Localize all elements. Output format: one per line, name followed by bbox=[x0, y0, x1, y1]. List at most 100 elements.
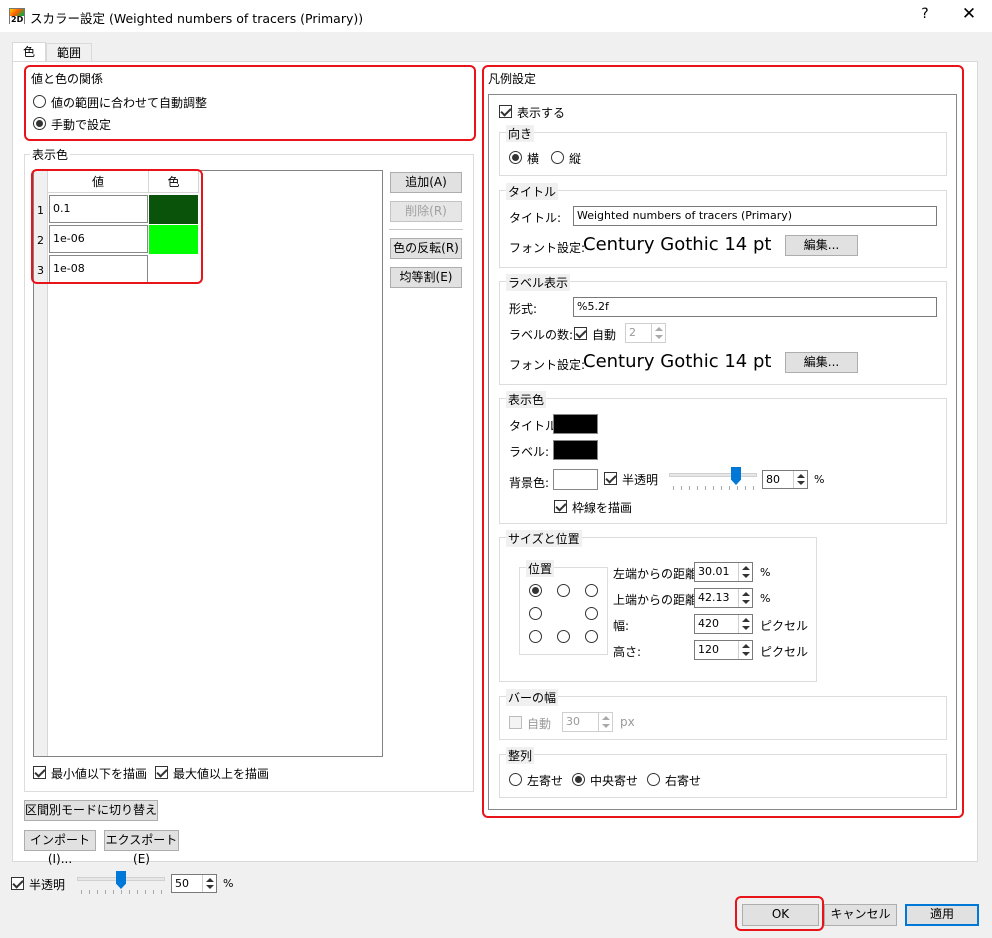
orientation-group bbox=[499, 132, 947, 176]
legend-transparency-value: 80 bbox=[766, 473, 780, 486]
background-color-label: 背景色: bbox=[509, 476, 550, 490]
bar-width-title: バーの幅 bbox=[506, 689, 559, 706]
interval-mode-button[interactable]: 区間別モードに切り替え bbox=[24, 800, 158, 821]
legend-title-input[interactable]: Weighted numbers of tracers (Primary) bbox=[573, 206, 937, 226]
label-auto-label[interactable]: 自動 bbox=[592, 326, 616, 343]
title-font-value: Century Gothic 14 pt bbox=[583, 234, 772, 255]
horizontal-label[interactable]: 横 bbox=[527, 150, 539, 167]
legend-slider-track bbox=[669, 473, 757, 477]
draw-border-checkbox[interactable] bbox=[554, 500, 567, 513]
top-distance-label: 上端からの距離 bbox=[613, 593, 698, 607]
bar-width-auto-checkbox[interactable] bbox=[509, 716, 522, 729]
highlight-ok-button bbox=[735, 896, 824, 931]
global-transparent-label[interactable]: 半透明 bbox=[29, 876, 65, 893]
left-distance-value: 30.01 bbox=[698, 565, 730, 578]
align-right-radio[interactable] bbox=[647, 773, 660, 786]
label-color-swatch[interactable] bbox=[553, 440, 598, 460]
title-group-title: タイトル bbox=[506, 183, 559, 200]
close-icon[interactable]: ✕ bbox=[957, 4, 981, 28]
legend-transparent-label[interactable]: 半透明 bbox=[622, 471, 658, 488]
export-button[interactable]: エクスポート(E) bbox=[104, 830, 179, 866]
global-transparent-checkbox[interactable] bbox=[11, 877, 24, 890]
draw-above-max-checkbox[interactable] bbox=[155, 766, 168, 779]
position-middle-right-radio[interactable] bbox=[585, 607, 598, 620]
legend-transparency-spinner[interactable]: 80 bbox=[762, 470, 808, 489]
orientation-title: 向き bbox=[506, 125, 535, 142]
legend-slider-thumb[interactable] bbox=[731, 467, 741, 485]
title-bar: 2D スカラー設定 (Weighted numbers of tracers (… bbox=[0, 0, 992, 32]
format-input[interactable]: %5.2f bbox=[573, 297, 937, 317]
button-divider bbox=[389, 229, 463, 230]
import-button[interactable]: インポート(I)... bbox=[24, 830, 96, 866]
draw-below-min-label[interactable]: 最小値以下を描画 bbox=[51, 765, 147, 782]
label-auto-checkbox[interactable] bbox=[574, 327, 587, 340]
position-bottom-left-radio[interactable] bbox=[529, 630, 542, 643]
width-spinner[interactable]: 420 bbox=[694, 614, 753, 634]
highlight-value-color-relation bbox=[24, 65, 476, 141]
cancel-button[interactable]: キャンセル bbox=[824, 904, 897, 926]
draw-above-max-label[interactable]: 最大値以上を描画 bbox=[173, 765, 269, 782]
show-legend-checkbox[interactable] bbox=[499, 105, 512, 118]
tab-range[interactable]: 範囲 bbox=[46, 43, 92, 63]
title-color-swatch[interactable] bbox=[553, 414, 598, 434]
apply-button[interactable]: 適用 bbox=[905, 904, 979, 926]
position-top-right-radio[interactable] bbox=[585, 584, 598, 597]
left-distance-spinner[interactable]: 30.01 bbox=[694, 562, 753, 582]
align-center-label[interactable]: 中央寄せ bbox=[590, 772, 638, 789]
show-legend-label[interactable]: 表示する bbox=[517, 104, 565, 121]
position-top-center-radio[interactable] bbox=[557, 584, 570, 597]
delete-button[interactable]: 削除(R) bbox=[390, 201, 462, 222]
vertical-radio[interactable] bbox=[551, 151, 564, 164]
width-label: 幅: bbox=[613, 619, 630, 633]
global-percent-label: % bbox=[223, 877, 234, 890]
global-transparency-spinner[interactable]: 50 bbox=[171, 874, 217, 893]
vertical-label[interactable]: 縦 bbox=[569, 150, 581, 167]
title-font-edit-button[interactable]: 編集... bbox=[785, 235, 858, 256]
label-count-label: ラベルの数: bbox=[509, 328, 574, 342]
position-middle-left-radio[interactable] bbox=[529, 607, 542, 620]
label-count-value: 2 bbox=[629, 326, 636, 339]
align-left-radio[interactable] bbox=[509, 773, 522, 786]
background-color-swatch[interactable] bbox=[553, 469, 598, 490]
format-label: 形式: bbox=[509, 302, 538, 316]
position-bottom-right-radio[interactable] bbox=[585, 630, 598, 643]
height-spinner[interactable]: 120 bbox=[694, 640, 753, 660]
align-left-label[interactable]: 左寄せ bbox=[527, 772, 563, 789]
left-distance-label: 左端からの距離 bbox=[613, 567, 698, 581]
alignment-group bbox=[499, 754, 947, 798]
label-count-spinner[interactable]: 2 bbox=[625, 323, 666, 343]
add-button[interactable]: 追加(A) bbox=[390, 172, 462, 193]
app-icon: 2D bbox=[9, 8, 25, 24]
alignment-title: 整列 bbox=[506, 747, 535, 764]
label-font-edit-button[interactable]: 編集... bbox=[785, 352, 858, 373]
label-group-title: ラベル表示 bbox=[506, 274, 571, 291]
width-unit: ピクセル bbox=[760, 619, 809, 633]
legend-transparent-checkbox[interactable] bbox=[604, 472, 617, 485]
bar-width-value: 30 bbox=[566, 715, 580, 728]
align-center-radio[interactable] bbox=[572, 773, 585, 786]
label-color-label: ラベル: bbox=[509, 445, 550, 459]
highlight-color-table bbox=[31, 169, 203, 284]
equal-split-button[interactable]: 均等割(E) bbox=[390, 267, 462, 288]
global-slider-ticks bbox=[77, 890, 165, 894]
horizontal-radio[interactable] bbox=[509, 151, 522, 164]
position-top-left-radio[interactable] bbox=[529, 584, 542, 597]
draw-border-label[interactable]: 枠線を描画 bbox=[572, 499, 632, 516]
label-font-value: Century Gothic 14 pt bbox=[583, 351, 772, 372]
bar-width-auto-label[interactable]: 自動 bbox=[527, 715, 551, 732]
draw-below-min-checkbox[interactable] bbox=[33, 766, 46, 779]
bar-width-spinner[interactable]: 30 bbox=[562, 712, 613, 732]
legend-transparency-slider[interactable] bbox=[669, 467, 757, 493]
reverse-color-button[interactable]: 色の反転(R) bbox=[390, 238, 462, 259]
help-icon[interactable]: ? bbox=[915, 6, 935, 26]
global-transparency-slider[interactable] bbox=[77, 871, 165, 897]
title-font-label: フォント設定: bbox=[509, 241, 586, 255]
size-position-title: サイズと位置 bbox=[506, 530, 582, 547]
align-right-label[interactable]: 右寄せ bbox=[665, 772, 701, 789]
legend-slider-ticks bbox=[669, 486, 757, 490]
top-distance-spinner[interactable]: 42.13 bbox=[694, 588, 753, 608]
position-bottom-center-radio[interactable] bbox=[557, 630, 570, 643]
position-title: 位置 bbox=[526, 560, 555, 577]
bar-width-unit: px bbox=[620, 715, 635, 729]
global-slider-thumb[interactable] bbox=[116, 871, 126, 889]
